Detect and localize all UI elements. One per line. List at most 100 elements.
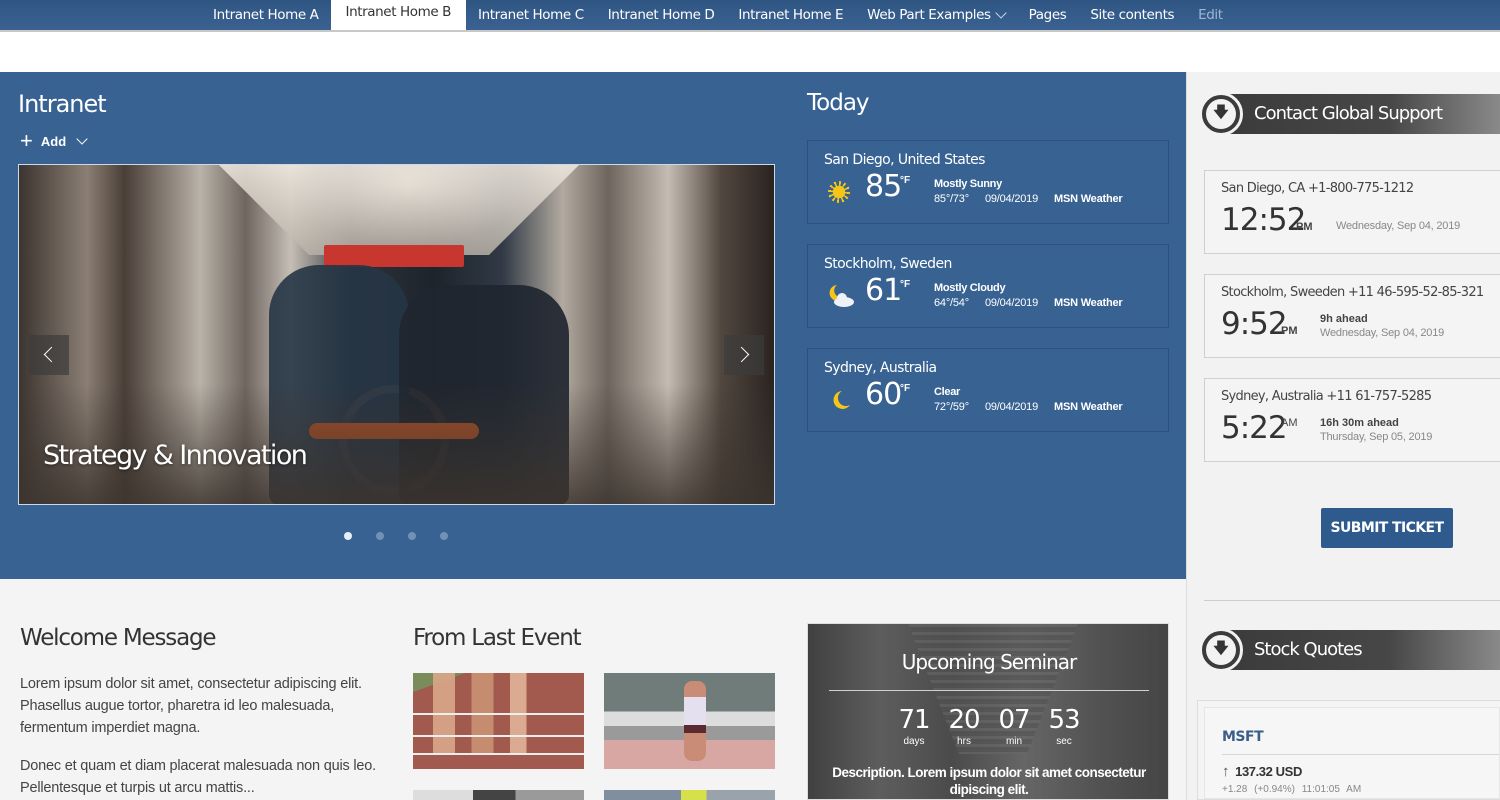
carousel-dot-2[interactable]: [376, 532, 384, 540]
seminar-title: Upcoming Seminar: [901, 650, 1078, 674]
clock-date: Thursday, Sep 05, 2019: [1320, 431, 1433, 443]
weather-card[interactable]: San Diego, United States 85 °F Mostly Su…: [807, 140, 1169, 224]
nav-items: Intranet Home A Intranet Home B Intranet…: [201, 0, 1235, 35]
nav-item-pages[interactable]: Pages: [1017, 0, 1079, 30]
countdown-value: 71: [898, 705, 930, 735]
contact-support-header[interactable]: 🡇 Contact Global Support: [1199, 92, 1500, 136]
countdown-days: 71 days: [896, 704, 932, 748]
carousel-next-button[interactable]: [724, 335, 764, 375]
weather-temp: 85: [865, 169, 902, 204]
world-clock-card: Sydney, Australia +11 61-757-5285 5:22 A…: [1204, 378, 1500, 462]
clock-time: 12:52: [1221, 202, 1306, 238]
clock-offset: 9h ahead: [1320, 313, 1368, 325]
carousel-prev-button[interactable]: [29, 335, 69, 375]
weather-temp: 61: [865, 273, 902, 308]
nav-label: Pages: [1028, 7, 1067, 23]
weather-condition: Mostly Cloudy: [934, 282, 1006, 294]
weather-date: 09/04/2019: [984, 401, 1038, 413]
upcoming-seminar-card[interactable]: Upcoming Seminar 71 days 20 hrs 07 min 53 se…: [807, 623, 1169, 800]
world-clock-card: Stockholm, Sweeden +11 46-595-52-85-321 …: [1204, 274, 1500, 358]
clock-date: Wednesday, Sep 04, 2019: [1320, 327, 1445, 339]
clock-ampm: PM: [1296, 221, 1313, 233]
weather-hilo: 85°/73°: [934, 193, 969, 205]
weather-meta: 72°/59° 09/04/2019 MSN Weather: [934, 401, 1139, 413]
weather-meta: 85°/73° 09/04/2019 MSN Weather: [934, 193, 1139, 205]
nav-item-intranet-home-e[interactable]: Intranet Home E: [726, 0, 855, 30]
world-clock-card: San Diego, CA +1-800-775-1212 12:52 PM W…: [1204, 170, 1500, 254]
chevron-down-icon: [76, 133, 88, 145]
event-title: From Last Event: [413, 625, 582, 651]
weather-condition: Mostly Sunny: [934, 178, 1002, 190]
nav-item-site-contents[interactable]: Site contents: [1078, 0, 1186, 30]
carousel-image-sign: [324, 245, 464, 267]
countdown-timer: 71 days 20 hrs 07 min 53 sec: [808, 704, 1168, 748]
nav-item-edit[interactable]: Edit: [1186, 0, 1235, 30]
clock-time: 5:22: [1221, 410, 1288, 446]
event-photo-4[interactable]: [604, 790, 775, 800]
nav-label: Intranet Home E: [738, 7, 844, 23]
carousel-dot-4[interactable]: [440, 532, 448, 540]
weather-condition: Clear: [934, 386, 961, 398]
weather-card[interactable]: Sydney, Australia 60 °F Clear 72°/59° 09…: [807, 348, 1169, 432]
stock-quote-card: MSFT ↑ 137.32 USD +1.28 (+0.94%) 11:01:05…: [1197, 700, 1500, 800]
nav-label: Intranet Home D: [607, 7, 715, 23]
stock-time: 11:01:05 AM: [1301, 784, 1362, 795]
moon-cloud-icon: [829, 285, 854, 307]
welcome-paragraph: Lorem ipsum dolor sit amet, consectetur …: [20, 676, 362, 736]
plus-icon: +: [20, 128, 33, 153]
divider: [1204, 600, 1500, 601]
clock-ampm: PM: [1281, 325, 1298, 337]
stock-change-row: +1.28 (+0.94%) 11:01:05 AM: [1222, 784, 1361, 795]
clock-ampm: AM: [1281, 417, 1298, 429]
weather-date: 09/04/2019: [984, 297, 1038, 309]
add-label: Add: [40, 133, 67, 149]
welcome-title: Welcome Message: [20, 625, 217, 651]
stock-symbol[interactable]: MSFT: [1222, 729, 1264, 745]
nav-label: Site contents: [1090, 7, 1175, 23]
collapse-toggle[interactable]: 🡇: [1199, 628, 1243, 672]
countdown-value: 20: [948, 705, 980, 735]
nav-label: Intranet Home B: [345, 4, 452, 20]
marathon-runner-photo[interactable]: [604, 673, 775, 769]
moon-icon: [833, 391, 850, 409]
nav-item-intranet-home-d[interactable]: Intranet Home D: [596, 0, 727, 30]
image-carousel[interactable]: Strategy & Innovation: [18, 164, 775, 505]
nav-item-intranet-home-c[interactable]: Intranet Home C: [466, 0, 596, 30]
carousel-dot-3[interactable]: [408, 532, 416, 540]
top-navigation: Intranet Home A Intranet Home B Intranet…: [0, 0, 1500, 35]
weather-card[interactable]: Stockholm, Sweden 61 °F Mostly Cloudy 64…: [807, 244, 1169, 328]
stock-quotes-header[interactable]: 🡇 Stock Quotes: [1199, 628, 1500, 672]
countdown-label: hrs: [957, 736, 971, 747]
stock-quotes-title: Stock Quotes: [1254, 639, 1363, 660]
nav-item-intranet-home-a[interactable]: Intranet Home A: [201, 0, 331, 30]
track-runners-photo[interactable]: [413, 673, 584, 769]
weather-source: MSN Weather: [1054, 401, 1123, 413]
clock-time: 9:52: [1221, 306, 1288, 342]
event-photo-3[interactable]: [413, 790, 584, 800]
nav-label: Edit: [1198, 7, 1223, 23]
seminar-description: Description. Lorem ipsum dolor sit amet …: [832, 765, 1146, 797]
weather-hilo: 72°/59°: [934, 401, 969, 413]
weather-unit: °F: [900, 279, 911, 290]
stock-quote-inner: MSFT ↑ 137.32 USD +1.28 (+0.94%) 11:01:05…: [1204, 707, 1500, 799]
clock-offset: 16h 30m ahead: [1320, 417, 1399, 429]
submit-ticket-button[interactable]: SUBMIT TICKET: [1321, 508, 1453, 548]
divider: [829, 690, 1149, 691]
weather-source: MSN Weather: [1054, 193, 1123, 205]
weather-meta: 64°/54° 09/04/2019 MSN Weather: [934, 297, 1139, 309]
carousel-dot-1[interactable]: [344, 532, 352, 540]
stock-percent: (+0.94%): [1254, 784, 1295, 795]
collapse-toggle[interactable]: 🡇: [1199, 92, 1243, 136]
hero-title: Intranet: [18, 90, 107, 118]
nav-item-web-part-examples[interactable]: Web Part Examples: [855, 0, 1016, 30]
right-sidebar: 🡇 Contact Global Support San Diego, CA +…: [1186, 72, 1500, 800]
add-button[interactable]: + Add: [20, 128, 88, 153]
slide-caption[interactable]: Strategy & Innovation: [43, 440, 308, 471]
countdown-hours: 20 hrs: [946, 704, 982, 748]
weather-date: 09/04/2019: [984, 193, 1038, 205]
contact-support-title: Contact Global Support: [1254, 103, 1443, 124]
weather-unit: °F: [900, 175, 911, 186]
weather-temp: 60: [865, 377, 902, 412]
sunny-icon: [828, 181, 850, 203]
weather-source: MSN Weather: [1054, 297, 1123, 309]
